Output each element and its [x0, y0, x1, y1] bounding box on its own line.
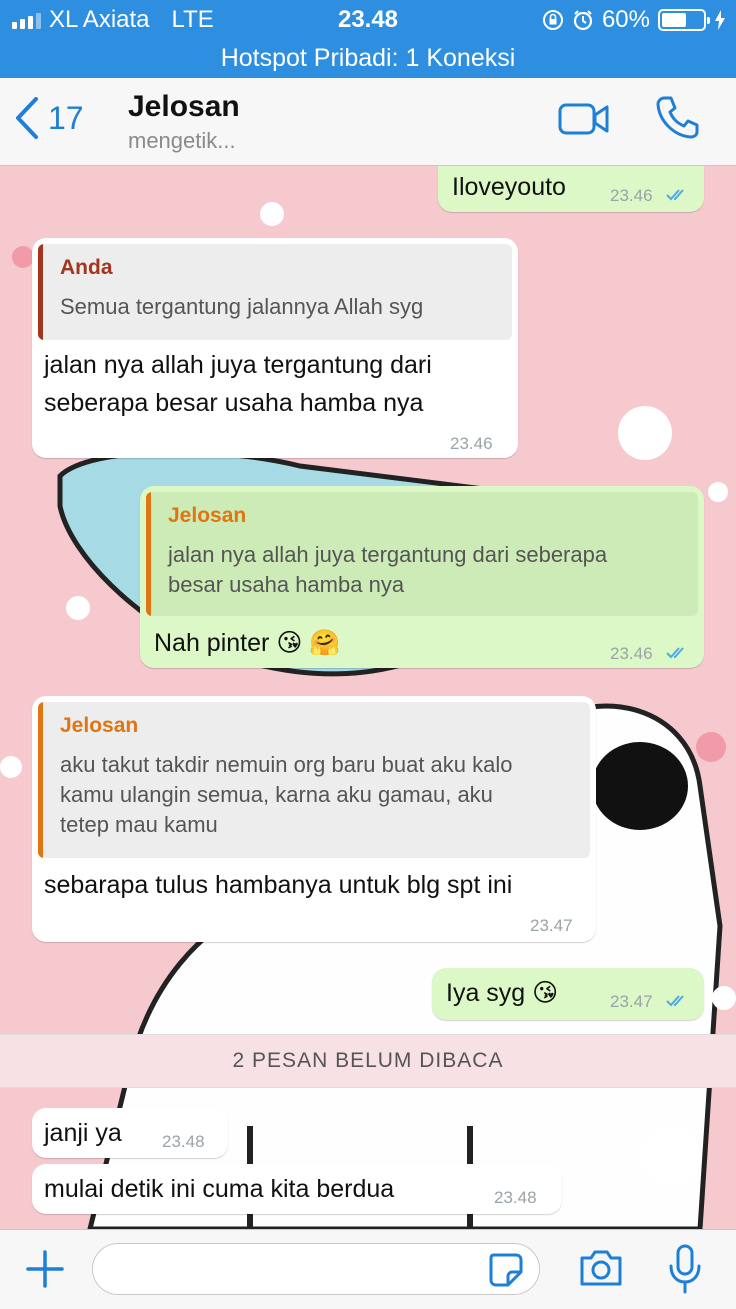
double-check-icon	[666, 189, 684, 201]
unread-chats-count: 17	[48, 99, 84, 136]
reply-quote[interactable]: Jelosan jalan nya allah juya tergantung …	[146, 492, 698, 616]
message-time: 23.46	[610, 644, 653, 663]
message-bubble-incoming[interactable]: Jelosan aku takut takdir nemuin org baru…	[32, 696, 596, 942]
message-bubble-incoming[interactable]: mulai detik ini cuma kita berdua 23.48	[32, 1164, 562, 1214]
message-text: mulai detik ini cuma kita berdua	[44, 1175, 395, 1203]
message-bubble-outgoing[interactable]: Iya syg 😘 23.47	[432, 968, 704, 1020]
video-call-button[interactable]	[558, 102, 610, 141]
emoji: 😘	[532, 979, 559, 1007]
microphone-icon	[669, 1244, 701, 1294]
message-text: sebarapa tulus hambanya untuk blg spt in…	[44, 871, 513, 899]
message-text: Iya syg 😘	[446, 974, 558, 1012]
quote-sender: Anda	[60, 256, 113, 279]
contact-status: mengetik...	[128, 128, 236, 153]
video-call-icon	[558, 103, 609, 135]
chat-header: 17 Jelosan mengetik...	[0, 78, 736, 166]
message-text-body: Nah pinter	[154, 629, 270, 657]
message-text: janji ya	[44, 1119, 122, 1147]
message-text-line: seberapa besar usaha hamba nya	[44, 389, 424, 417]
unread-messages-banner: 2 PESAN BELUM DIBACA	[0, 1034, 736, 1088]
message-time: 23.47	[610, 992, 653, 1011]
phone-icon	[656, 96, 699, 139]
sticker-button[interactable]	[488, 1252, 524, 1293]
sticker-icon	[489, 1253, 523, 1287]
quote-text-line: jalan nya allah juya tergantung dari seb…	[168, 542, 608, 567]
quote-text-line: kamu ulangin semua, karna aku gamau, aku	[60, 782, 493, 807]
quote-text: Semua tergantung jalannya Allah syg	[60, 294, 424, 319]
message-bubble-incoming[interactable]: janji ya 23.48	[32, 1108, 228, 1158]
chat-area[interactable]: Iloveyouto 23.46 Anda Semua tergantung j…	[0, 166, 736, 1229]
message-text-body: Iya syg	[446, 979, 526, 1007]
orientation-lock-icon	[542, 10, 563, 30]
message-input[interactable]	[92, 1243, 540, 1295]
battery-icon	[658, 9, 710, 31]
alarm-icon	[573, 10, 593, 31]
voice-call-button[interactable]	[654, 94, 700, 145]
message-time: 23.48	[162, 1132, 205, 1151]
back-button[interactable]: 17	[14, 96, 84, 140]
message-time: 23.46	[610, 186, 653, 205]
back-chevron-icon	[16, 97, 38, 139]
emoji: 😘 🤗	[276, 629, 341, 657]
battery-percent: 60%	[601, 6, 650, 33]
quote-text-line: aku takut takdir nemuin org baru buat ak…	[60, 752, 513, 777]
plus-icon	[26, 1250, 64, 1288]
camera-button[interactable]	[578, 1248, 624, 1293]
compose-bar	[0, 1229, 736, 1309]
quote-sender: Jelosan	[168, 504, 247, 527]
status-right: 60%	[542, 6, 726, 34]
reply-quote[interactable]: Anda Semua tergantung jalannya Allah syg	[38, 244, 512, 340]
quote-text-line: besar usaha hamba nya	[168, 572, 405, 597]
message-bubble-incoming[interactable]: Anda Semua tergantung jalannya Allah syg…	[32, 238, 518, 458]
message-bubble-outgoing[interactable]: Jelosan jalan nya allah juya tergantung …	[140, 486, 704, 668]
message-time: 23.47	[530, 916, 573, 935]
message-time: 23.46	[450, 434, 493, 453]
message-time: 23.48	[494, 1188, 537, 1207]
message-text: Iloveyouto	[452, 173, 566, 201]
quote-sender: Jelosan	[60, 714, 139, 737]
double-check-icon	[666, 995, 684, 1007]
reply-quote[interactable]: Jelosan aku takut takdir nemuin org baru…	[38, 702, 590, 858]
hotspot-banner[interactable]: Hotspot Pribadi: 1 Koneksi	[0, 40, 736, 78]
double-check-icon	[666, 647, 684, 659]
quote-text-line: tetep mau kamu	[60, 812, 218, 837]
attach-button[interactable]	[26, 1250, 64, 1293]
charging-icon	[715, 10, 725, 30]
camera-icon	[580, 1250, 622, 1286]
contact-name[interactable]: Jelosan	[128, 90, 240, 124]
message-text-line: jalan nya allah juya tergantung dari	[44, 351, 432, 379]
message-text: Nah pinter 😘 🤗	[154, 624, 340, 662]
status-bar: XL Axiata LTE 23.48 60%	[0, 0, 736, 40]
voice-message-button[interactable]	[668, 1244, 702, 1299]
message-bubble-outgoing[interactable]: Iloveyouto 23.46	[438, 166, 704, 212]
